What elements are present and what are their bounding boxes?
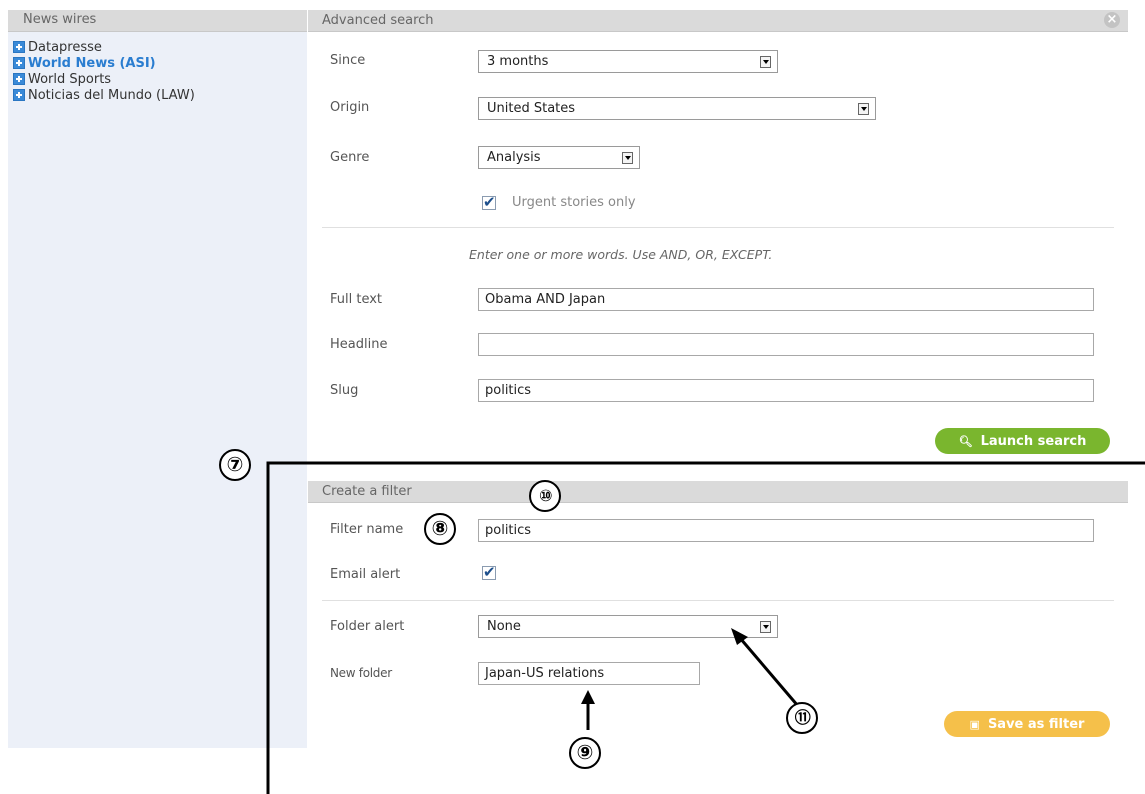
chevron-down-icon: [760, 56, 771, 68]
folder-alert-select[interactable]: None: [478, 615, 778, 638]
email-alert-label: Email alert: [330, 567, 401, 582]
since-label: Since: [330, 53, 366, 68]
expand-plus-icon[interactable]: [13, 89, 25, 101]
expand-plus-icon[interactable]: [13, 41, 25, 53]
wire-item-datapresse[interactable]: Datapresse: [13, 39, 307, 55]
origin-select[interactable]: United States: [478, 97, 876, 120]
divider: [322, 227, 1114, 228]
advanced-search-header: Advanced search ×: [308, 10, 1128, 32]
wire-label: Noticias del Mundo (LAW): [28, 87, 195, 103]
create-filter-title: Create a filter: [322, 484, 412, 499]
close-icon[interactable]: ×: [1104, 12, 1120, 28]
wire-item-noticias[interactable]: Noticias del Mundo (LAW): [13, 87, 307, 103]
wire-label: World News (ASI): [28, 55, 156, 71]
news-wires-sidebar: News wires Datapresse World News (ASI) W…: [8, 10, 307, 748]
slug-input[interactable]: politics: [478, 379, 1094, 402]
advanced-search-title: Advanced search: [322, 13, 434, 28]
headline-input[interactable]: [478, 333, 1094, 356]
callout-8: ⑧: [424, 513, 456, 545]
since-select[interactable]: 3 months: [478, 50, 778, 73]
launch-search-label: Launch search: [980, 433, 1087, 449]
sidebar-title: News wires: [8, 10, 307, 32]
save-as-filter-label: Save as filter: [987, 716, 1085, 732]
genre-label: Genre: [330, 150, 370, 165]
divider: [322, 600, 1114, 601]
since-value: 3 months: [487, 54, 549, 69]
fulltext-label: Full text: [330, 292, 383, 307]
chevron-down-icon: [858, 103, 869, 115]
genre-select[interactable]: Analysis: [478, 146, 640, 169]
filter-name-input[interactable]: politics: [478, 519, 1094, 542]
origin-label: Origin: [330, 100, 370, 115]
urgent-label: Urgent stories only: [512, 195, 636, 210]
origin-value: United States: [487, 101, 576, 116]
headline-label: Headline: [330, 337, 388, 352]
email-alert-checkbox[interactable]: [482, 563, 496, 581]
expand-plus-icon[interactable]: [13, 57, 25, 69]
wire-label: Datapresse: [28, 39, 102, 55]
save-icon: ▣: [969, 717, 980, 731]
main-panel: Advanced search × Since 3 months Origin …: [308, 10, 1128, 750]
callout-9: ⑨: [569, 737, 601, 769]
callout-11: ⑪: [786, 702, 818, 734]
wire-item-world-news[interactable]: World News (ASI): [13, 55, 307, 71]
folder-alert-value: None: [487, 619, 521, 634]
save-as-filter-button[interactable]: ▣ Save as filter: [944, 711, 1110, 737]
fulltext-input[interactable]: Obama AND Japan: [478, 288, 1094, 311]
search-icon: 🔍︎: [958, 434, 973, 448]
wire-label: World Sports: [28, 71, 112, 87]
folder-alert-label: Folder alert: [330, 619, 405, 634]
create-filter-header: Create a filter: [308, 481, 1128, 503]
new-folder-label: New folder: [330, 666, 392, 680]
wire-list: Datapresse World News (ASI) World Sports…: [8, 32, 307, 103]
expand-plus-icon[interactable]: [13, 73, 25, 85]
launch-search-button[interactable]: 🔍︎ Launch search: [935, 428, 1110, 454]
chevron-down-icon: [622, 152, 633, 164]
genre-value: Analysis: [487, 150, 541, 165]
urgent-checkbox[interactable]: [482, 193, 496, 211]
search-hint: Enter one or more words. Use AND, OR, EX…: [469, 247, 773, 262]
slug-label: Slug: [330, 383, 359, 398]
callout-7: ⑦: [219, 449, 251, 481]
filter-name-label: Filter name: [330, 522, 404, 537]
chevron-down-icon: [760, 621, 771, 633]
callout-10: ⑩: [529, 480, 561, 512]
new-folder-input[interactable]: Japan-US relations: [478, 662, 700, 685]
wire-item-world-sports[interactable]: World Sports: [13, 71, 307, 87]
